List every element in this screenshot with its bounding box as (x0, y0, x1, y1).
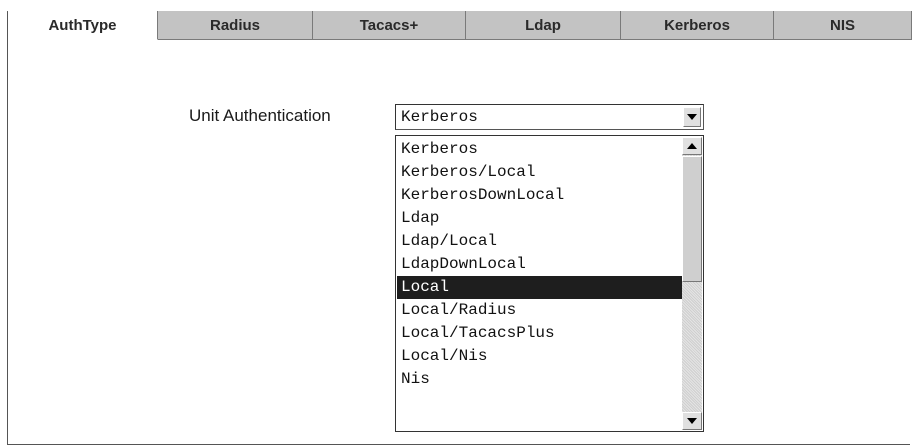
tab-ldap[interactable]: Ldap (466, 11, 621, 40)
chevron-down-icon (687, 418, 697, 424)
option-item-selected[interactable]: Local (397, 276, 682, 299)
option-item[interactable]: Kerberos (397, 138, 682, 161)
scroll-down-button[interactable] (682, 412, 702, 430)
tab-bar: AuthType Radius Tacacs+ Ldap Kerberos NI… (8, 11, 912, 40)
tab-authtype[interactable]: AuthType (8, 11, 158, 40)
tab-radius[interactable]: Radius (158, 11, 313, 40)
option-item[interactable]: Ldap (397, 207, 682, 230)
option-item[interactable]: Kerberos/Local (397, 161, 682, 184)
unit-authentication-select[interactable]: Kerberos (395, 104, 704, 130)
dropdown-list: Kerberos Kerberos/Local KerberosDownLoca… (395, 135, 704, 432)
dropdown-button[interactable] (683, 107, 701, 127)
option-item[interactable]: Local/Nis (397, 345, 682, 368)
option-item[interactable]: LdapDownLocal (397, 253, 682, 276)
tab-tacacs[interactable]: Tacacs+ (313, 11, 466, 40)
chevron-up-icon (687, 143, 697, 149)
tab-kerberos[interactable]: Kerberos (621, 11, 774, 40)
scroll-thumb[interactable] (682, 156, 702, 282)
select-value: Kerberos (401, 108, 478, 126)
scroll-up-button[interactable] (682, 137, 702, 155)
option-item[interactable]: Local/Radius (397, 299, 682, 322)
option-item[interactable]: Nis (397, 368, 682, 391)
option-item[interactable]: Local/TacacsPlus (397, 322, 682, 345)
option-item[interactable]: KerberosDownLocal (397, 184, 682, 207)
unit-authentication-label: Unit Authentication (189, 106, 331, 125)
vertical-scrollbar[interactable] (682, 137, 702, 430)
tab-nis[interactable]: NIS (774, 11, 912, 40)
chevron-down-icon (687, 114, 697, 120)
option-item[interactable]: Ldap/Local (397, 230, 682, 253)
